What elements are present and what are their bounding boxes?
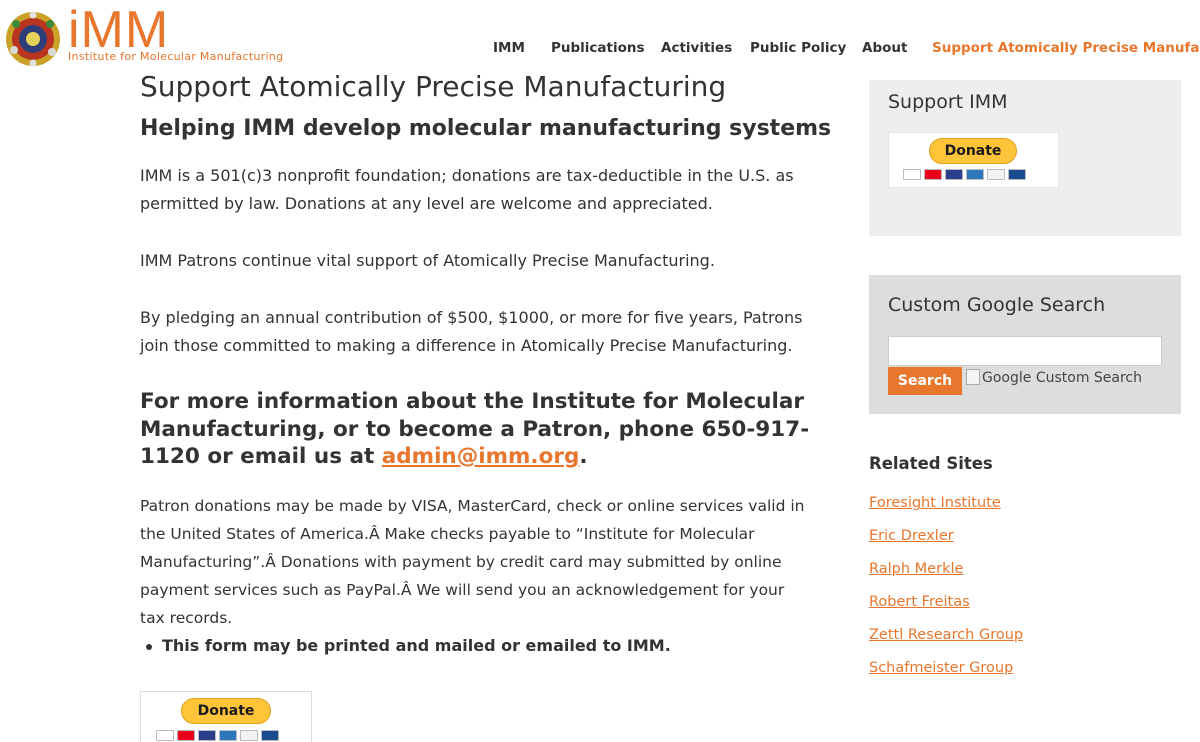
paragraph-patrons: IMM Patrons continue vital support of At… bbox=[140, 251, 715, 270]
nav-activities[interactable]: Activities bbox=[661, 40, 732, 56]
discover-icon bbox=[240, 730, 258, 741]
related-link-freitas[interactable]: Robert Freitas bbox=[869, 594, 970, 610]
search-input[interactable] bbox=[888, 336, 1162, 366]
paragraph-nonprofit: IMM is a 501(c)3 nonprofit foundation; d… bbox=[140, 166, 794, 213]
paragraph-pledge: By pledging an annual contribution of $5… bbox=[140, 308, 803, 355]
sidebar-card-logos bbox=[903, 169, 1026, 180]
molecule-logo-icon bbox=[6, 11, 60, 67]
maestro-icon bbox=[945, 169, 963, 180]
related-link-schafmeister[interactable]: Schafmeister Group bbox=[869, 660, 1013, 676]
visa-icon bbox=[903, 169, 921, 180]
mastercard-icon bbox=[177, 730, 195, 741]
discover-icon bbox=[987, 169, 1005, 180]
search-button[interactable]: Search bbox=[888, 367, 962, 395]
page-title: Support Atomically Precise Manufacturing bbox=[140, 70, 727, 103]
nav-public-policy[interactable]: Public Policy bbox=[750, 40, 846, 56]
related-link-merkle[interactable]: Ralph Merkle bbox=[869, 561, 963, 577]
broken-image-icon bbox=[966, 369, 980, 385]
related-link-drexler[interactable]: Eric Drexler bbox=[869, 528, 954, 544]
search-widget-title: Custom Google Search bbox=[888, 294, 1106, 316]
donate-button[interactable]: Donate bbox=[181, 698, 271, 724]
maestro-icon bbox=[198, 730, 216, 741]
donate-widget-main: Donate bbox=[140, 691, 312, 742]
related-link-zettl[interactable]: Zettl Research Group bbox=[869, 627, 1023, 643]
nav-support-apm[interactable]: Support Atomically Precise Manufacturing bbox=[932, 40, 1200, 56]
unionpay-icon bbox=[261, 730, 279, 741]
donate-widget-sidebar: Donate bbox=[888, 132, 1059, 188]
support-widget-title: Support IMM bbox=[888, 91, 1008, 113]
mastercard-icon bbox=[924, 169, 942, 180]
logo-tagline: Institute for Molecular Manufacturing bbox=[68, 50, 284, 63]
google-custom-search-image: Google Custom Search bbox=[966, 369, 1142, 386]
unionpay-icon bbox=[1008, 169, 1026, 180]
sidebar-donate-button[interactable]: Donate bbox=[929, 138, 1017, 164]
support-widget: Support IMM Donate bbox=[869, 80, 1181, 236]
card-logos bbox=[156, 730, 279, 741]
nav-about[interactable]: About bbox=[862, 40, 907, 56]
amex-icon bbox=[219, 730, 237, 741]
related-sites-title: Related Sites bbox=[869, 454, 993, 473]
related-link-foresight[interactable]: Foresight Institute bbox=[869, 495, 1001, 511]
nav-publications[interactable]: Publications bbox=[551, 40, 645, 56]
nav-imm[interactable]: IMM bbox=[493, 40, 525, 56]
email-link[interactable]: admin@imm.org bbox=[382, 444, 580, 469]
google-custom-search-alt: Google Custom Search bbox=[982, 370, 1143, 386]
amex-icon bbox=[966, 169, 984, 180]
contact-heading-end: . bbox=[579, 444, 588, 469]
page-subtitle: Helping IMM develop molecular manufactur… bbox=[140, 116, 832, 141]
paragraph-payment: Patron donations may be made by VISA, Ma… bbox=[140, 497, 805, 627]
contact-heading: For more information about the Institute… bbox=[140, 388, 820, 471]
visa-icon bbox=[156, 730, 174, 741]
search-widget: Custom Google Search Search Google Custo… bbox=[869, 275, 1181, 414]
form-bullet: This form may be printed and mailed or e… bbox=[146, 636, 671, 655]
